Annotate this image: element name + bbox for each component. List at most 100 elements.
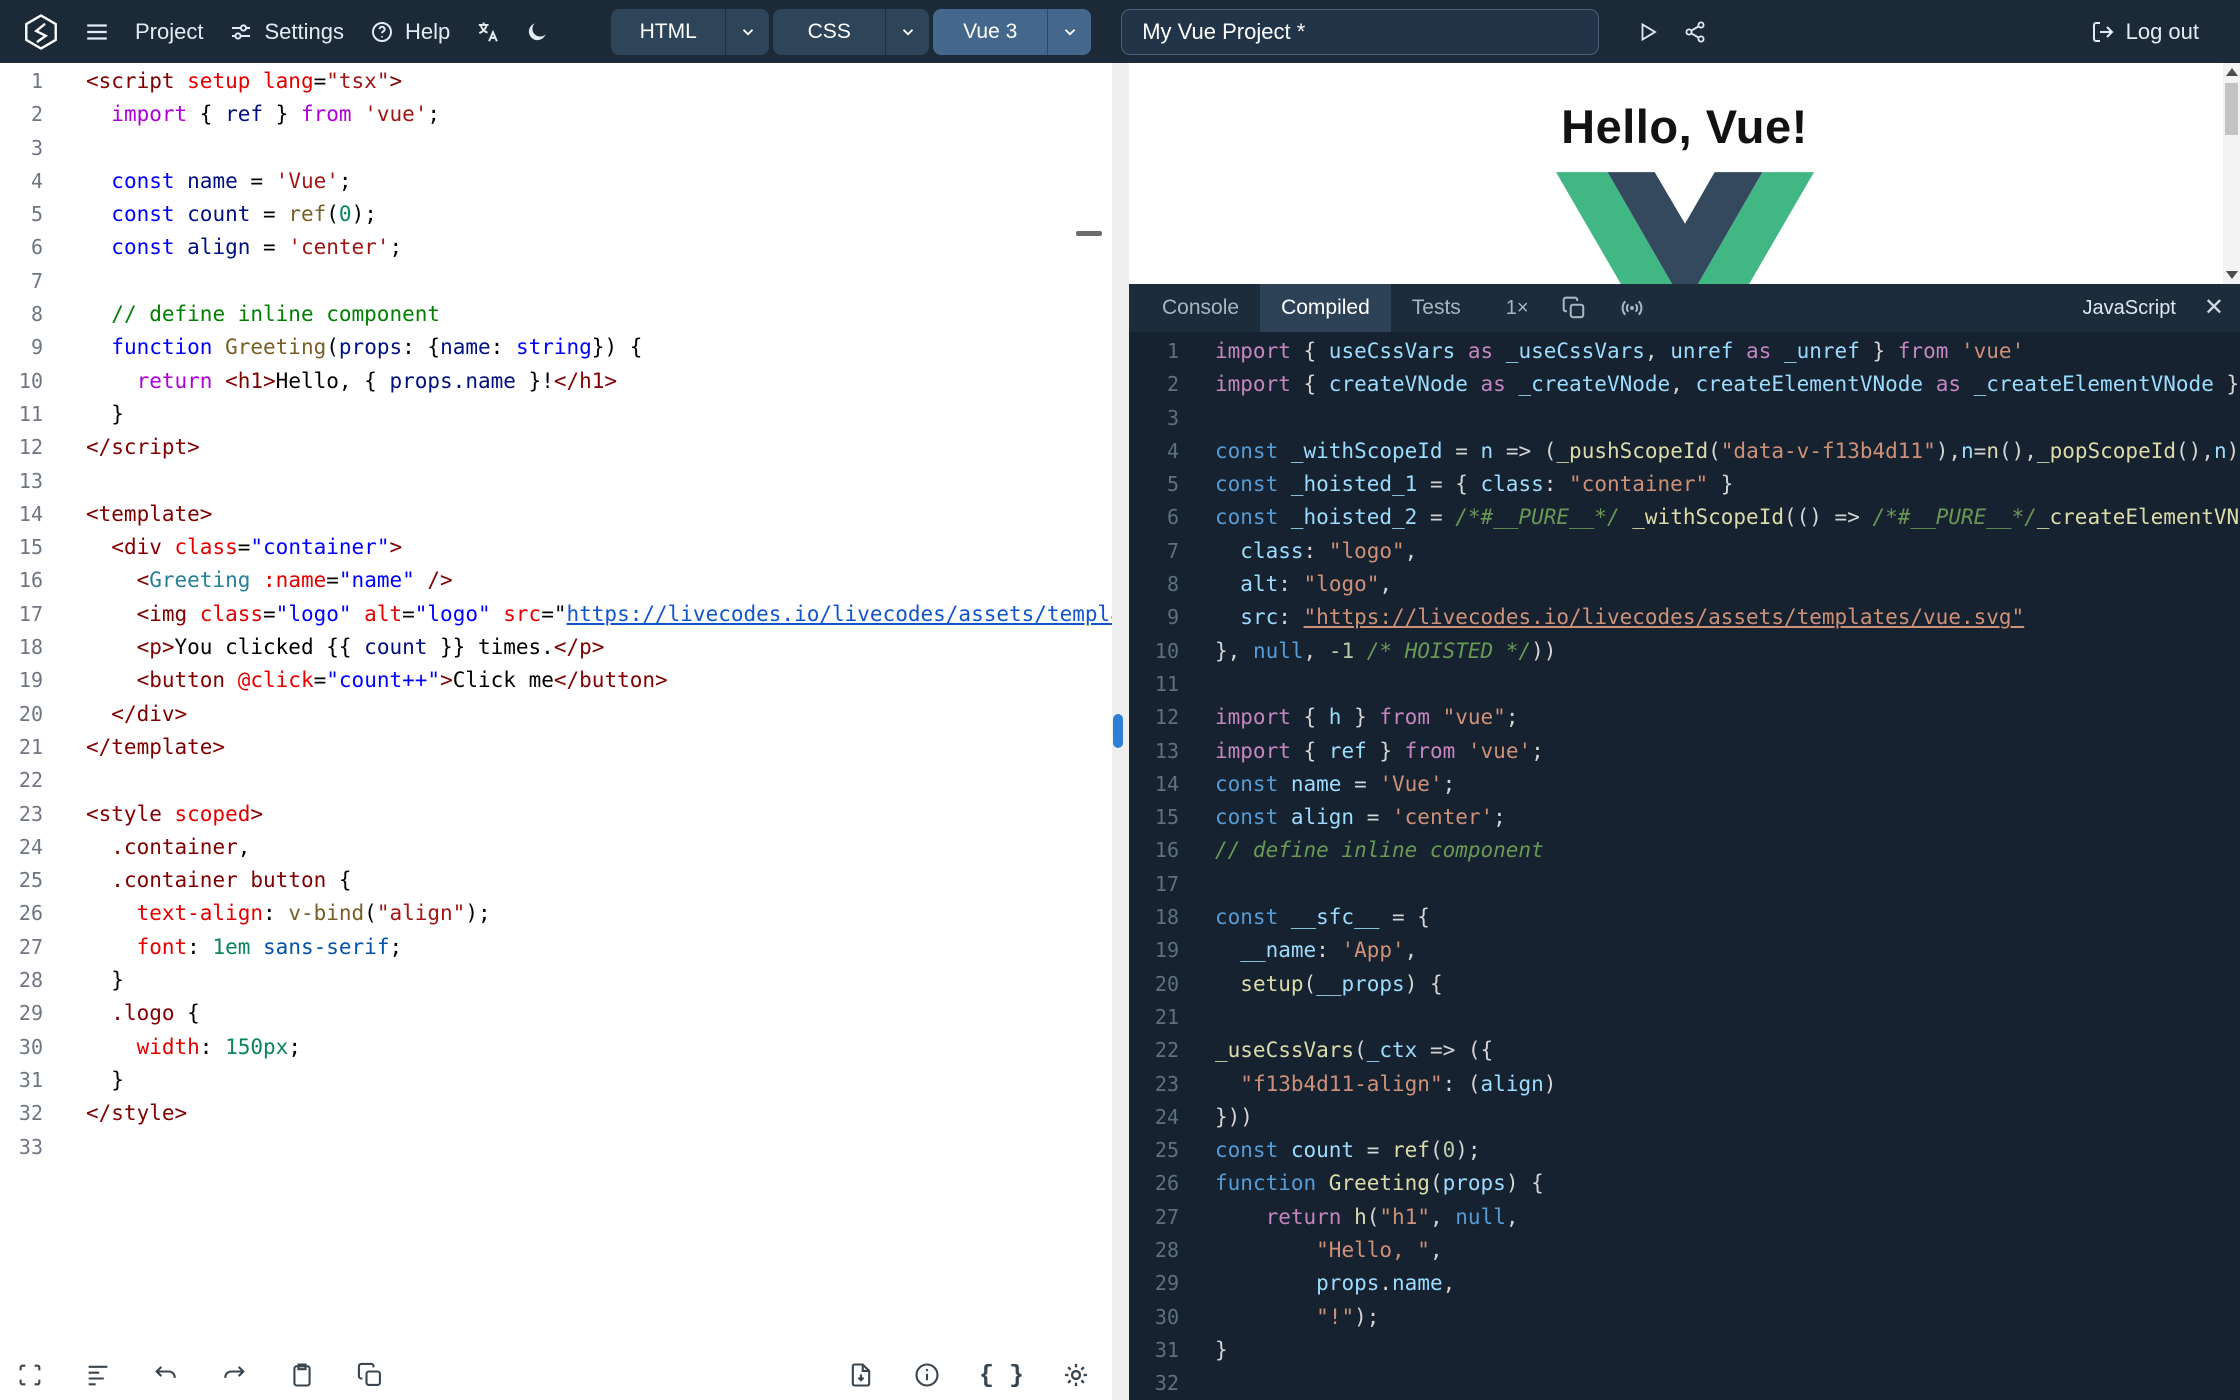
paste-button[interactable] [288,1361,316,1389]
format-code-button[interactable] [84,1361,112,1389]
code-line[interactable]: 4 const _withScopeId = n => (_pushScopeId… [1129,435,2240,468]
code-line[interactable]: 6 const align = 'center'; [0,231,1112,264]
code-line[interactable]: 8 alt: "logo", [1129,568,2240,601]
code-editor[interactable]: 1 <script setup lang="tsx"> 2 import { ref… [0,63,1112,1350]
code-line[interactable]: 32 [1129,1367,2240,1400]
code-line[interactable]: 29 .logo { [0,997,1112,1030]
code-line[interactable]: 11 } [0,398,1112,431]
editor-select-html[interactable]: HTML [611,8,770,55]
code-line[interactable]: 32 </style> [0,1097,1112,1130]
code-line[interactable]: 22 _useCssVars(_ctx => ({ [1129,1034,2240,1067]
code-line[interactable]: 33 [0,1131,1112,1164]
project-menu-button[interactable]: Project [122,0,216,63]
code-line[interactable]: 19 __name: 'App', [1129,934,2240,967]
code-line[interactable]: 2 import { ref } from 'vue'; [0,98,1112,131]
code-line[interactable]: 8 // define inline component [0,298,1112,331]
code-line[interactable]: 26 text-align: v-bind("align"); [0,897,1112,930]
code-line[interactable]: 5 const _hoisted_1 = { class: "container"… [1129,468,2240,501]
code-line[interactable]: 7 [0,265,1112,298]
code-line[interactable]: 24})) [1129,1101,2240,1134]
copy-code-button[interactable] [356,1361,384,1389]
editor-select-css-dropdown[interactable] [885,8,929,55]
code-line[interactable]: 18 <p>You clicked {{ count }} times.</p> [0,631,1112,664]
code-line[interactable]: 28 } [0,964,1112,997]
project-title-input[interactable] [1121,8,1600,55]
settings-menu-button[interactable]: Settings [216,0,357,63]
code-line[interactable]: 3 [0,132,1112,165]
code-line[interactable]: 23 <style scoped> [0,798,1112,831]
logout-button[interactable]: Log out [2078,0,2212,63]
code-line[interactable]: 11 [1129,668,2240,701]
code-line[interactable]: 31} [1129,1334,2240,1367]
code-line[interactable]: 25 .container button { [0,864,1112,897]
editor-select-script-dropdown[interactable] [1047,8,1091,55]
code-line[interactable]: 9 src: "https://livecodes.io/livecodes/a… [1129,601,2240,634]
code-line[interactable]: 20 </div> [0,698,1112,731]
code-line[interactable]: 13 import { ref } from 'vue'; [1129,735,2240,768]
code-line[interactable]: 10}, null, -1 /* HOISTED */)) [1129,635,2240,668]
code-line[interactable]: 12 </script> [0,431,1112,464]
split-gutter[interactable] [1112,63,1129,1400]
code-line[interactable]: 7 class: "logo", [1129,535,2240,568]
code-line[interactable]: 25 const count = ref(0); [1129,1134,2240,1167]
code-line[interactable]: 29 props.name, [1129,1267,2240,1300]
code-line[interactable]: 2 import { createVNode as _createVNode, c… [1129,368,2240,401]
editor-select-css[interactable]: CSS [773,8,930,55]
code-line[interactable]: 13 [0,465,1112,498]
code-line[interactable]: 23 "f13b4d11-align": (align) [1129,1068,2240,1101]
code-line[interactable]: 21 [1129,1001,2240,1034]
custom-settings-button[interactable]: { } [979,1363,1024,1388]
code-line[interactable]: 16 <Greeting :name="name" /> [0,564,1112,597]
focus-mode-button[interactable] [16,1361,44,1389]
export-code-button[interactable] [847,1361,875,1389]
code-line[interactable]: 6 const _hoisted_2 = /*#__PURE__*/ _withS… [1129,501,2240,534]
translate-button[interactable] [463,0,513,63]
share-button[interactable] [1671,0,1719,63]
app-logo[interactable] [10,0,72,63]
code-line[interactable]: 16// define inline component [1129,834,2240,867]
code-line[interactable]: 1 <script setup lang="tsx"> [0,65,1112,98]
code-line[interactable]: 24 .container, [0,831,1112,864]
code-line[interactable]: 20 setup(__props) { [1129,968,2240,1001]
code-line[interactable]: 31 } [0,1064,1112,1097]
code-line[interactable]: 28 "Hello, ", [1129,1234,2240,1267]
dark-mode-button[interactable] [513,0,561,63]
code-line[interactable]: 17 <img class="logo" alt="logo" src="htt… [0,598,1112,631]
code-line[interactable]: 18 const __sfc__ = { [1129,901,2240,934]
code-line[interactable]: 4 const name = 'Vue'; [0,165,1112,198]
scroll-down-arrow-icon[interactable] [2226,271,2238,279]
code-line[interactable]: 22 [0,764,1112,797]
code-line[interactable]: 3 [1129,402,2240,435]
tab-tests[interactable]: Tests [1391,284,1482,332]
scroll-up-arrow-icon[interactable] [2226,68,2238,76]
console-zoom-button[interactable]: 1× [1506,297,1529,320]
redo-button[interactable] [220,1361,248,1389]
result-scrollbar[interactable] [2223,63,2240,284]
code-line[interactable]: 30 "!"); [1129,1301,2240,1334]
editor-select-script[interactable]: Vue 3 [933,8,1092,55]
menu-button[interactable] [72,0,122,63]
editor-settings-button[interactable] [1062,1361,1090,1389]
code-line[interactable]: 27 return h("h1", null, [1129,1201,2240,1234]
split-gutter-handle[interactable] [1113,714,1123,748]
code-line[interactable]: 14 <template> [0,498,1112,531]
run-button[interactable] [1623,0,1671,63]
code-line[interactable]: 30 width: 150px; [0,1031,1112,1064]
code-line[interactable]: 14 const name = 'Vue'; [1129,768,2240,801]
code-line[interactable]: 27 font: 1em sans-serif; [0,931,1112,964]
console-broadcast-button[interactable] [1619,295,1645,321]
code-line[interactable]: 15 const align = 'center'; [1129,801,2240,834]
code-line[interactable]: 1 import { useCssVars as _useCssVars, unr… [1129,335,2240,368]
editor-select-html-dropdown[interactable] [725,8,769,55]
code-line[interactable]: 26 function Greeting(props) { [1129,1167,2240,1200]
code-line[interactable]: 9 function Greeting(props: {name: string… [0,331,1112,364]
code-line[interactable]: 12 import { h } from "vue"; [1129,701,2240,734]
code-line[interactable]: 17 [1129,868,2240,901]
tab-compiled[interactable]: Compiled [1260,284,1391,332]
code-line[interactable]: 19 <button @click="count++">Click me</bu… [0,664,1112,697]
code-line[interactable]: 5 const count = ref(0); [0,198,1112,231]
close-console-button[interactable]: ✕ [2204,296,2224,320]
code-line[interactable]: 21 </template> [0,731,1112,764]
console-window-button[interactable] [1561,295,1587,321]
tab-console[interactable]: Console [1141,284,1260,332]
